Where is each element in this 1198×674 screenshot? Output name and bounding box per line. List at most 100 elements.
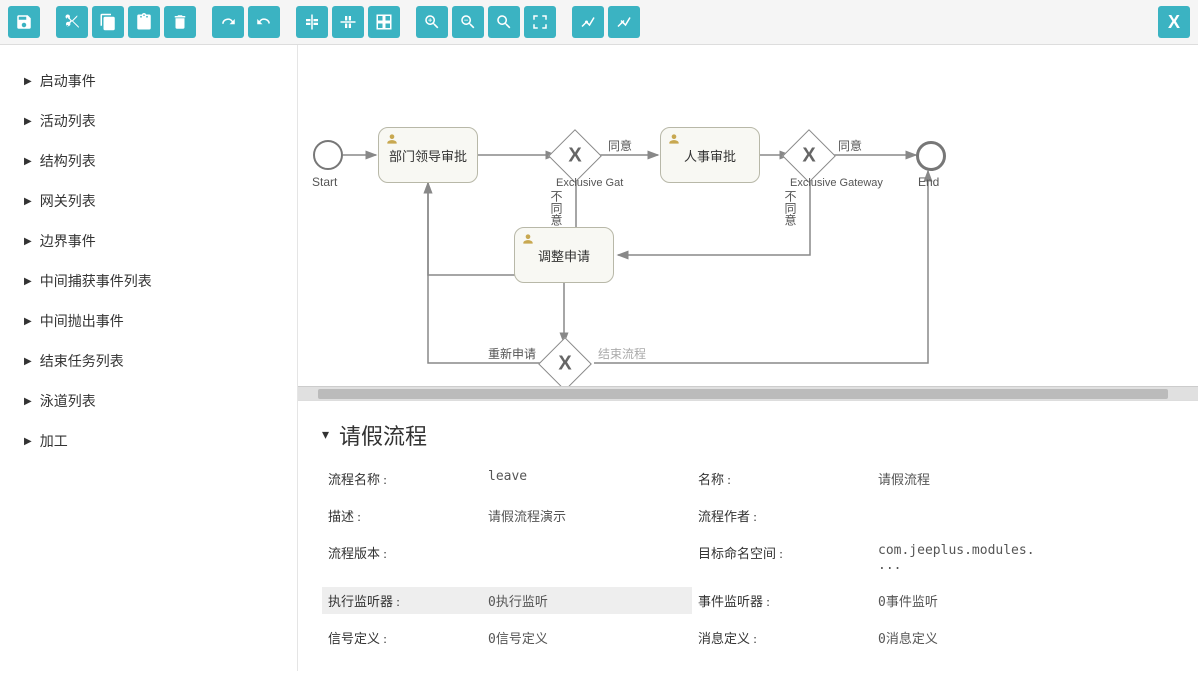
undo-button[interactable] [248,6,280,38]
bend-add-button[interactable] [572,6,604,38]
zoom-actual-button[interactable] [488,6,520,38]
chevron-right-icon: ▶ [24,236,32,247]
user-icon [385,132,399,146]
prop-label: 消息定义 : [692,624,872,651]
end-label: End [918,175,939,189]
prop-value[interactable] [872,502,1052,529]
flow-label: 不同意 [782,190,799,226]
prop-label: 信号定义 : [322,624,482,651]
copy-button[interactable] [92,6,124,38]
delete-button[interactable] [164,6,196,38]
user-icon [667,132,681,146]
prop-label: 流程名称 : [322,465,482,492]
prop-label: 事件监听器 : [692,587,872,614]
zoom-fit-button[interactable] [524,6,556,38]
sidebar-label: 网关列表 [40,191,96,211]
sidebar-item[interactable]: ▶ 活动列表 [24,101,273,141]
gateway-label: Exclusive Gateway [790,177,883,189]
sidebar-label: 中间捕获事件列表 [40,271,152,291]
prop-value[interactable]: 0执行监听 [482,587,692,614]
prop-value[interactable]: 0消息定义 [872,624,1052,651]
sidebar-label: 边界事件 [40,231,96,251]
user-icon [521,232,535,246]
sidebar-label: 泳道列表 [40,391,96,411]
gateway-3[interactable]: X [546,345,584,383]
horizontal-scrollbar[interactable] [298,386,1198,400]
sidebar-item[interactable]: ▶ 中间捕获事件列表 [24,261,273,301]
prop-label: 描述 : [322,502,482,529]
chevron-right-icon: ▶ [24,116,32,127]
prop-value[interactable] [482,539,692,577]
sidebar-item[interactable]: ▶ 加工 [24,421,273,461]
start-label: Start [312,175,337,189]
sidebar-label: 活动列表 [40,111,96,131]
toolbar: X [0,0,1198,45]
chevron-down-icon[interactable]: ▾ [322,427,329,444]
paste-button[interactable] [128,6,160,38]
chevron-right-icon: ▶ [24,396,32,407]
task-label: 人事审批 [684,146,736,165]
redo-button[interactable] [212,6,244,38]
cut-button[interactable] [56,6,88,38]
chevron-right-icon: ▶ [24,156,32,167]
prop-label: 名称 : [692,465,872,492]
close-button[interactable]: X [1158,6,1190,38]
task-label: 调整申请 [538,246,590,265]
same-size-button[interactable] [368,6,400,38]
task-adjust[interactable]: 调整申请 [514,227,614,283]
palette-sidebar: ▶启动事件 ▶活动列表 ▶结构列表 ▶网关列表 ▶边界事件 ▶中间捕获事件列表 … [0,45,298,671]
sidebar-label: 加工 [40,431,68,451]
save-button[interactable] [8,6,40,38]
properties-panel: ▾ 请假流程 流程名称 :leave名称 :请假流程描述 :请假流程演示流程作者… [298,400,1198,671]
sidebar-item[interactable]: ▶ 边界事件 [24,221,273,261]
flow-label: 同意 [608,137,632,154]
zoom-in-button[interactable] [416,6,448,38]
chevron-right-icon: ▶ [24,436,32,447]
flow-label: 同意 [838,137,862,154]
task-hr[interactable]: 人事审批 [660,127,760,183]
sidebar-item[interactable]: ▶ 启动事件 [24,61,273,101]
prop-value[interactable]: 0信号定义 [482,624,692,651]
prop-label: 流程作者 : [692,502,872,529]
prop-value[interactable]: 请假流程演示 [482,502,692,529]
prop-label: 执行监听器 : [322,587,482,614]
prop-label: 流程版本 : [322,539,482,577]
gateway-2[interactable]: X [790,137,828,175]
sidebar-item[interactable]: ▶ 结束任务列表 [24,341,273,381]
start-event[interactable] [313,140,343,170]
sidebar-label: 结构列表 [40,151,96,171]
chevron-right-icon: ▶ [24,276,32,287]
diagram-canvas[interactable]: Start 部门领导审批 X Exclusive Gat 同意 不同意 人事审批… [298,45,1198,386]
align-v-button[interactable] [296,6,328,38]
task-label: 部门领导审批 [389,146,467,165]
prop-value[interactable]: 0事件监听 [872,587,1052,614]
chevron-right-icon: ▶ [24,356,32,367]
flow-arrows [298,45,1198,386]
flow-label: 结束流程 [598,345,646,362]
bend-del-button[interactable] [608,6,640,38]
prop-label: 目标命名空间 : [692,539,872,577]
sidebar-item[interactable]: ▶ 网关列表 [24,181,273,221]
chevron-right-icon: ▶ [24,196,32,207]
sidebar-label: 启动事件 [40,71,96,91]
process-title: 请假流程 [339,419,427,451]
gateway-label: Exclusive Gat [556,177,623,189]
sidebar-item[interactable]: ▶ 泳道列表 [24,381,273,421]
task-dept[interactable]: 部门领导审批 [378,127,478,183]
sidebar-item[interactable]: ▶ 结构列表 [24,141,273,181]
prop-value[interactable]: leave [482,465,692,492]
prop-value[interactable]: 请假流程 [872,465,1052,492]
sidebar-label: 中间抛出事件 [40,311,124,331]
properties-title: ▾ 请假流程 [322,411,1174,465]
chevron-right-icon: ▶ [24,316,32,327]
chevron-right-icon: ▶ [24,76,32,87]
flow-label: 不同意 [548,190,565,226]
zoom-out-button[interactable] [452,6,484,38]
sidebar-item[interactable]: ▶ 中间抛出事件 [24,301,273,341]
align-h-button[interactable] [332,6,364,38]
end-event[interactable] [916,141,946,171]
flow-label: 重新申请 [488,345,536,362]
sidebar-label: 结束任务列表 [40,351,124,371]
gateway-1[interactable]: X [556,137,594,175]
prop-value[interactable]: com.jeeplus.modules. ... [872,539,1052,577]
